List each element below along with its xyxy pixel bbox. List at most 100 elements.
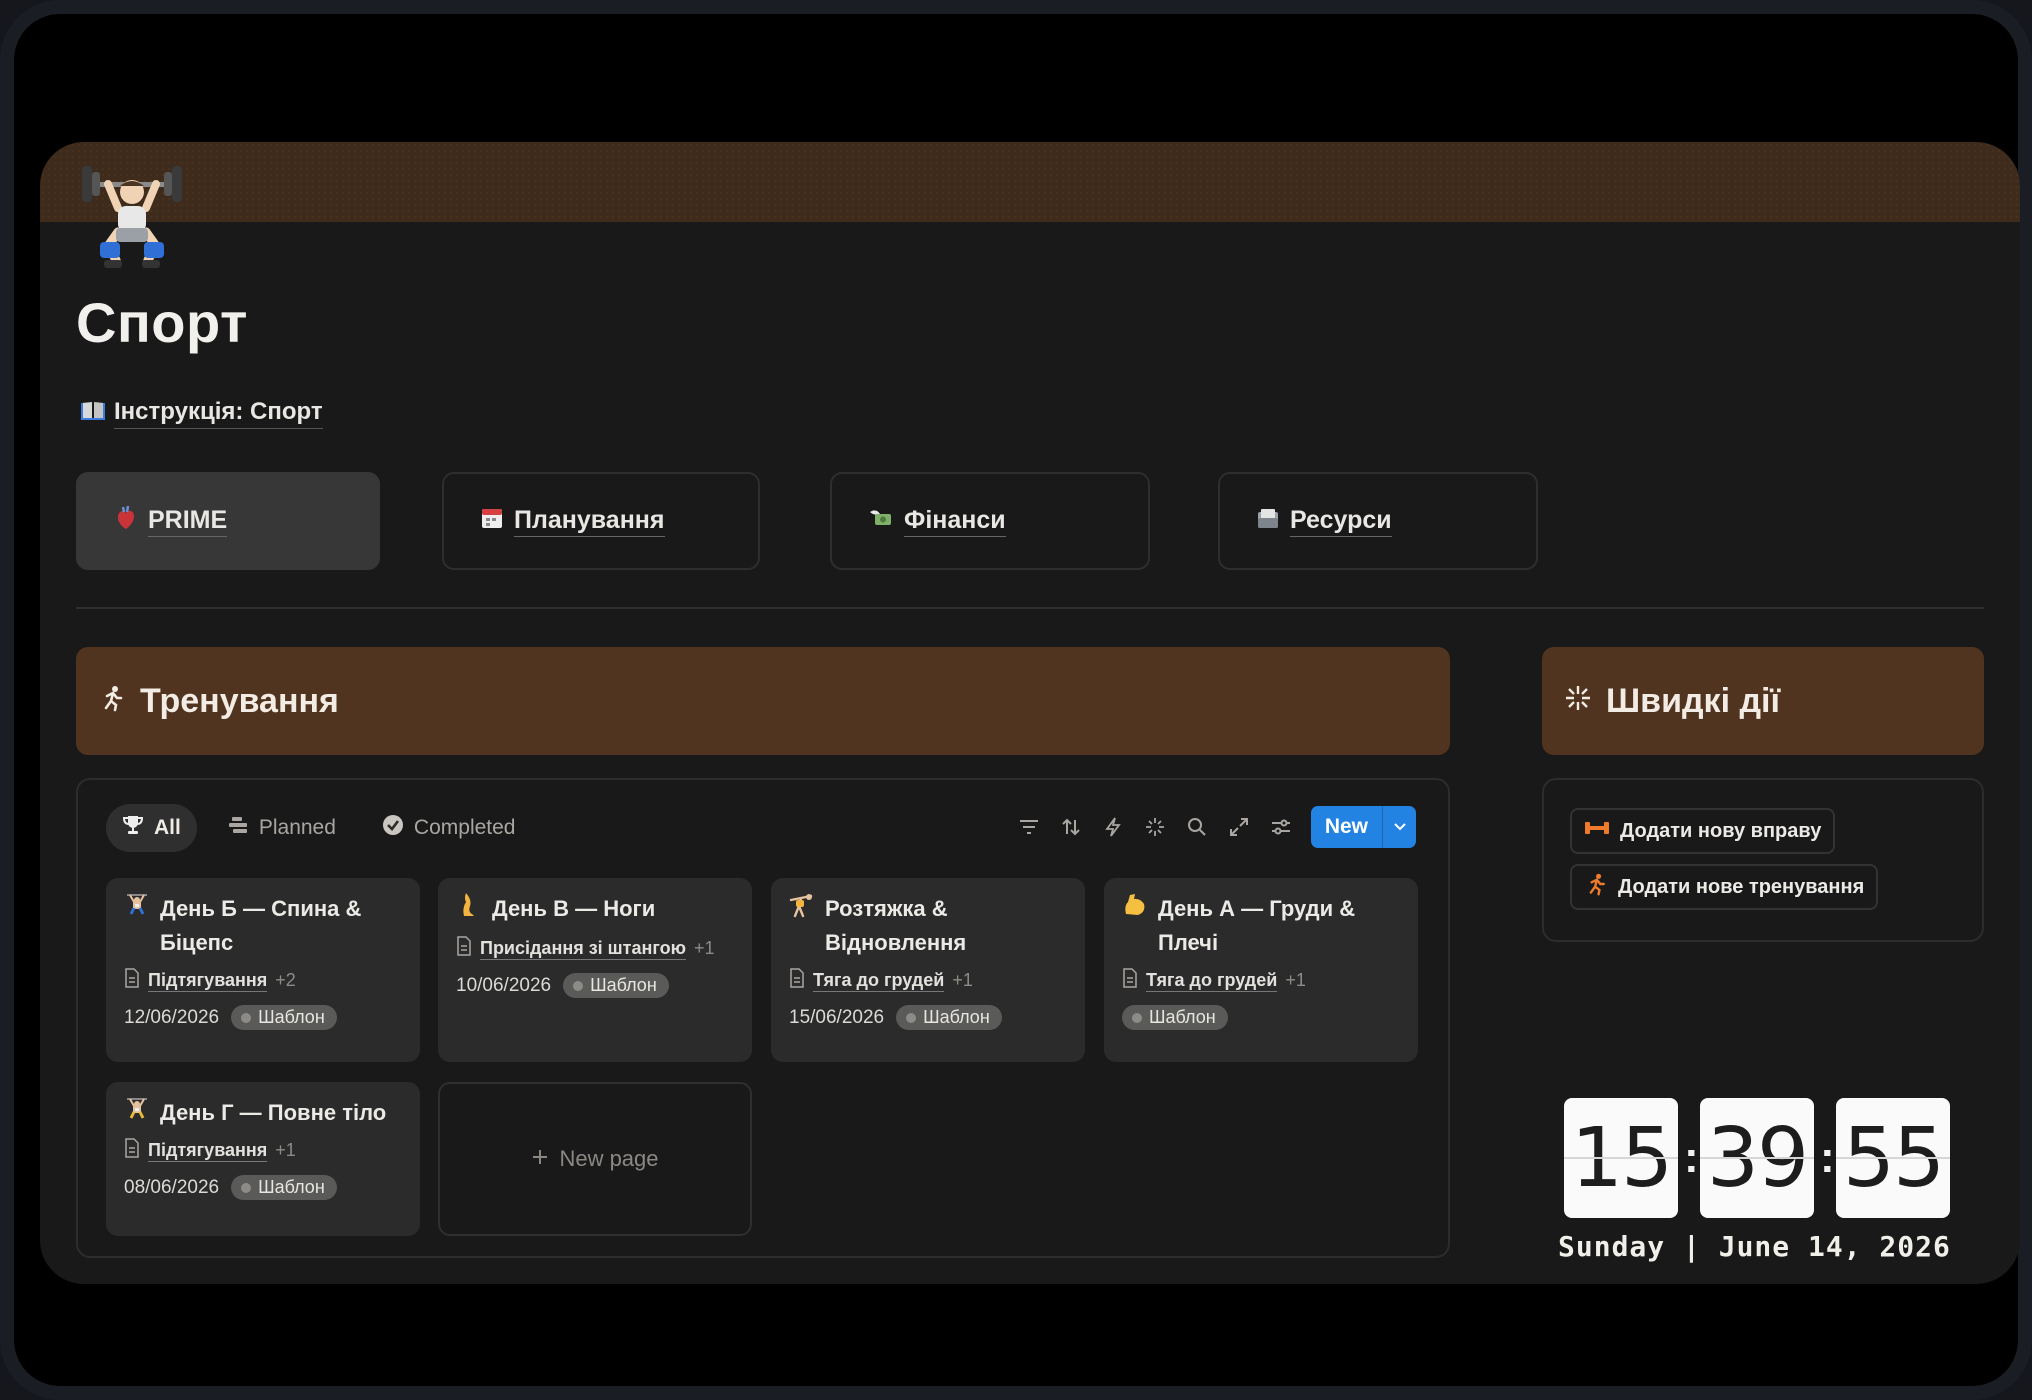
tab-planned-label: Planned [258,816,336,839]
list-icon [227,815,249,841]
running-icon [1584,872,1608,902]
workout-card[interactable]: День А — Груди & Плечі Тяга до грудей +1 … [1104,878,1418,1062]
relation-label[interactable]: Тяга до грудей [1146,970,1278,992]
relation-label[interactable]: Присідання зі штангою [480,938,686,960]
device-frame: Спорт Інструкція: Спорт PRIME Планування… [0,0,2032,1400]
nav-prime-label: PRIME [148,506,228,537]
instruction-link-label: Інструкція: Спорт [114,398,323,429]
page-icon [1122,968,1138,993]
weightlifter-icon[interactable] [78,156,186,274]
page-cover [40,142,2020,222]
relation-label[interactable]: Тяга до грудей [813,970,945,992]
workout-card-title: День В — Ноги [492,896,656,921]
new-page-label: New page [559,1146,659,1171]
notion-page: Спорт Інструкція: Спорт PRIME Планування… [40,142,2020,1284]
running-icon [98,682,126,721]
status-badge-label: Шаблон [1149,1007,1216,1027]
status-badge: Шаблон [231,1005,337,1030]
workout-date: 15/06/2026 [789,1006,885,1028]
page-title: Спорт [76,291,248,354]
new-button[interactable]: New [1310,806,1416,848]
trophy-icon [122,814,144,842]
workout-card[interactable]: Розтяжка & Відновлення Тяга до грудей +1 … [771,878,1085,1062]
workout-card-title: День А — Груди & Плечі [1158,896,1356,955]
relation-more: +1 [952,970,973,990]
workout-date: 12/06/2026 [124,1006,220,1028]
clock-minutes: 39 [1700,1098,1814,1218]
new-page-button[interactable]: New page [438,1082,752,1236]
weightlifter-icon [124,1096,150,1130]
leg-icon [456,892,482,928]
nav-planning[interactable]: Планування [442,472,760,570]
relation-label[interactable]: Підтягування [148,970,268,992]
open-book-icon [80,399,106,428]
status-badge: Шаблон [896,1005,1002,1030]
workout-date: 10/06/2026 [456,974,552,996]
status-badge: Шаблон [1122,1005,1228,1030]
tab-completed[interactable]: Completed [366,804,532,852]
sparkle-icon[interactable] [1143,815,1167,839]
status-badge-label: Шаблон [923,1007,990,1027]
weightlifter-icon [124,892,150,960]
money-wings-icon [868,506,894,537]
workout-card-title: Розтяжка & Відновлення [825,896,967,955]
workouts-header: Тренування [76,647,1450,755]
relation-more: +1 [1285,970,1306,990]
chevron-down-icon[interactable] [1382,806,1416,848]
dumbbell-icon [1584,819,1610,843]
tab-planned[interactable]: Planned [211,804,352,852]
nav-finance[interactable]: Фінанси [830,472,1150,570]
nav-prime[interactable]: PRIME [76,472,380,570]
status-badge: Шаблон [563,973,669,998]
add-workout-button[interactable]: Додати нове тренування [1570,864,1879,910]
sort-icon[interactable] [1059,815,1083,839]
instruction-link[interactable]: Інструкція: Спорт [80,398,323,429]
settings-sliders-icon[interactable] [1269,815,1293,839]
clock-hours: 15 [1564,1098,1678,1218]
status-badge-label: Шаблон [590,975,657,995]
workouts-header-label: Тренування [140,681,339,720]
nav-planning-label: Планування [514,506,665,537]
status-badge: Шаблон [231,1175,337,1200]
cartwheel-icon [789,892,815,960]
card-index-icon [1256,506,1280,537]
clock-separator: : [1684,1133,1699,1182]
relation-label[interactable]: Підтягування [148,1140,268,1162]
workout-card[interactable]: День Б — Спина & Біцепс Підтягування +2 1… [106,878,420,1062]
lightning-icon[interactable] [1101,815,1125,839]
nav-resources-label: Ресурси [1290,506,1392,537]
status-badge-label: Шаблон [258,1177,325,1197]
clock-date: Sunday | June 14, 2026 [1558,1230,1951,1263]
workout-card[interactable]: День В — Ноги Присідання зі штангою +1 10… [438,878,752,1062]
workout-card-title: День Г — Повне тіло [160,1100,387,1125]
relation-more: +1 [693,938,715,958]
relation-more: +2 [275,970,296,990]
tab-all[interactable]: All [106,804,197,852]
tab-completed-label: Completed [413,816,516,839]
quick-actions-header: Швидкі дії [1542,647,1984,755]
section-divider [76,607,1984,609]
workout-card-title: День Б — Спина & Біцепс [160,896,362,955]
add-exercise-button[interactable]: Додати нову вправу [1570,808,1836,854]
add-exercise-label: Додати нову вправу [1620,819,1822,842]
search-icon[interactable] [1185,815,1209,839]
page-icon [456,936,472,961]
quick-actions-header-label: Швидкі дії [1606,681,1781,720]
plus-icon [531,1146,549,1172]
nav-resources[interactable]: Ресурси [1218,472,1538,570]
filter-icon[interactable] [1017,815,1041,839]
workouts-board: All Planned Completed New День Б — Спина… [76,778,1450,1258]
tab-all-label: All [154,816,181,839]
page-icon [124,968,140,993]
new-button-label[interactable]: New [1311,806,1382,848]
page-icon [789,968,805,993]
flip-clock: 15 : 39 : 55 [1564,1098,1950,1218]
workout-date: 08/06/2026 [124,1176,220,1198]
workout-card[interactable]: День Г — Повне тіло Підтягування +1 08/06… [106,1082,420,1236]
status-badge-label: Шаблон [258,1007,325,1027]
view-tabs: All Planned Completed [106,804,531,852]
check-circle-icon [382,814,404,842]
expand-icon[interactable] [1227,815,1251,839]
relation-more: +1 [275,1140,296,1160]
anatomical-heart-icon [114,505,138,538]
